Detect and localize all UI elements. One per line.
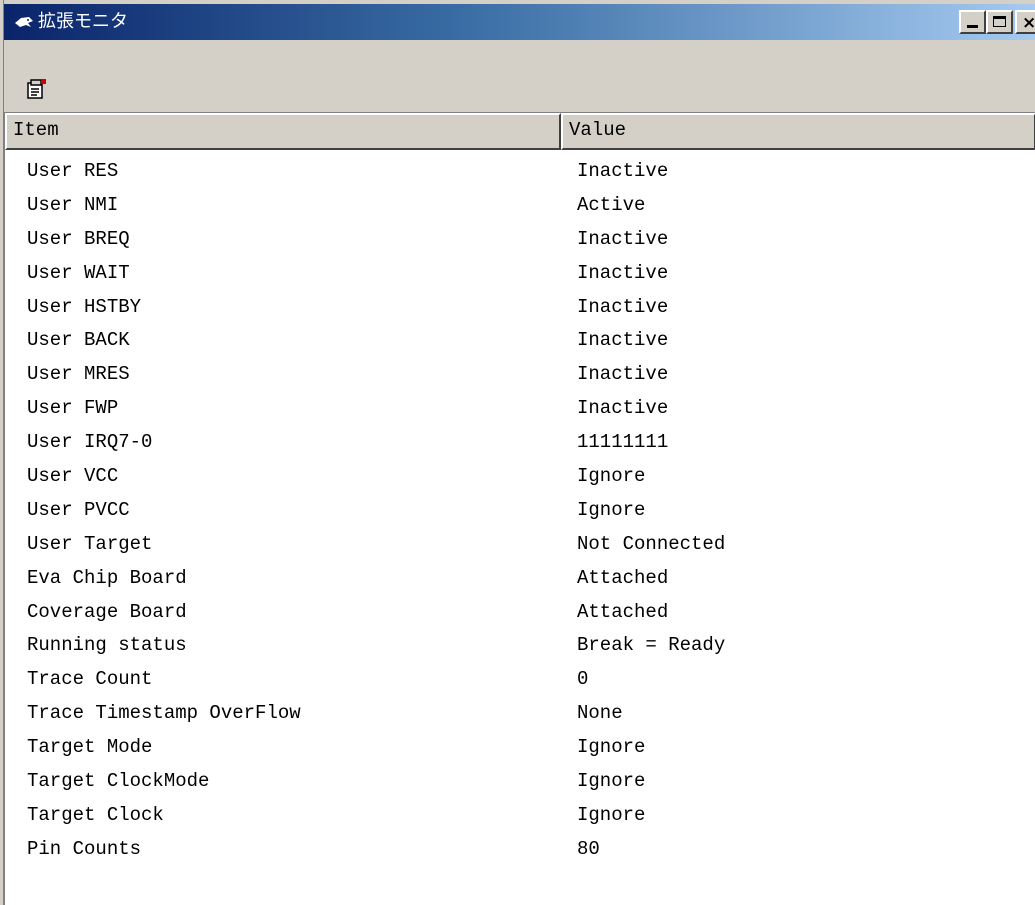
list-item[interactable]: User MRES Inactive [5, 357, 1035, 391]
maximize-icon [993, 16, 1006, 27]
list-header: Item Value [5, 113, 1035, 150]
item-name: User IRQ7-0 [27, 431, 153, 454]
item-value: 11111111 [577, 431, 669, 454]
item-name: Eva Chip Board [27, 566, 187, 589]
item-name: Coverage Board [27, 600, 187, 623]
window-title: 拡張モニタ [38, 11, 128, 32]
item-value: Ignore [577, 465, 646, 488]
list-item[interactable]: Coverage Board Attached [5, 595, 1035, 629]
item-name: User VCC [27, 465, 119, 488]
toolbar [4, 40, 1035, 112]
item-value: None [577, 702, 623, 725]
item-name: User WAIT [27, 261, 130, 284]
item-value: Ignore [577, 498, 646, 521]
item-value: Ignore [577, 770, 646, 793]
item-value: Inactive [577, 261, 669, 284]
item-name: User HSTBY [27, 295, 142, 318]
column-header-item[interactable]: Item [5, 113, 561, 150]
item-name: Pin Counts [27, 837, 142, 860]
item-name: User RES [27, 160, 119, 182]
list-item[interactable]: User IRQ7-0 11111111 [5, 425, 1035, 459]
item-name: User NMI [27, 193, 119, 216]
list-item[interactable]: Eva Chip Board Attached [5, 561, 1035, 595]
maximize-button[interactable] [986, 10, 1013, 34]
list-item[interactable]: Target ClockMode Ignore [5, 764, 1035, 798]
item-name: Target ClockMode [27, 770, 210, 793]
list-item[interactable]: Target Mode Ignore [5, 730, 1035, 764]
item-value: Ignore [577, 736, 646, 759]
list-item[interactable]: User WAIT Inactive [5, 256, 1035, 290]
item-value: Inactive [577, 397, 669, 420]
item-value: Inactive [577, 329, 669, 352]
list-item[interactable]: User VCC Ignore [5, 459, 1035, 493]
app-icon [15, 17, 33, 27]
column-header-value[interactable]: Value [561, 113, 1035, 150]
extended-monitor-window: 拡張モニタ × Item Value User RES Inactive User … [0, 0, 1035, 905]
item-name: User BACK [27, 329, 130, 352]
item-value: Inactive [577, 227, 669, 250]
item-value: Inactive [577, 295, 669, 318]
item-name: Running status [27, 634, 187, 657]
item-value: Not Connected [577, 532, 726, 555]
item-value: Attached [577, 600, 669, 623]
list-item[interactable]: User FWP Inactive [5, 391, 1035, 425]
properties-icon[interactable] [26, 78, 48, 100]
item-name: User MRES [27, 363, 130, 386]
list-item[interactable]: User Target Not Connected [5, 527, 1035, 561]
list-item[interactable]: User HSTBY Inactive [5, 290, 1035, 324]
item-name: User BREQ [27, 227, 130, 250]
close-icon: × [1022, 13, 1035, 33]
item-value: Ignore [577, 803, 646, 826]
list-item[interactable]: User RES Inactive [5, 154, 1035, 188]
item-name: Target Clock [27, 803, 164, 826]
item-name: User FWP [27, 397, 119, 420]
item-value: Inactive [577, 363, 669, 386]
minimize-icon [967, 25, 978, 28]
item-name: Trace Timestamp OverFlow [27, 702, 301, 725]
item-value: 80 [577, 837, 600, 860]
monitor-list[interactable]: Item Value User RES Inactive User NMI Activ… [4, 112, 1035, 905]
list-item[interactable]: Pin Counts 80 [5, 832, 1035, 866]
list-item[interactable]: Trace Timestamp OverFlow None [5, 696, 1035, 730]
list-item[interactable]: Running status Break = Ready [5, 628, 1035, 662]
item-name: User Target [27, 532, 153, 555]
item-name: User PVCC [27, 498, 130, 521]
list-item[interactable]: User PVCC Ignore [5, 493, 1035, 527]
item-value: Active [577, 193, 646, 216]
item-value: Inactive [577, 160, 669, 182]
close-button[interactable]: × [1015, 10, 1035, 34]
item-value: 0 [577, 668, 589, 691]
item-value: Attached [577, 566, 669, 589]
list-item[interactable]: User BACK Inactive [5, 323, 1035, 357]
item-name: Target Mode [27, 736, 153, 759]
list-item[interactable]: Target Clock Ignore [5, 798, 1035, 832]
minimize-button[interactable] [959, 10, 986, 34]
list-item[interactable]: User BREQ Inactive [5, 222, 1035, 256]
title-bar[interactable]: 拡張モニタ × [4, 4, 1035, 40]
list-rows: User RES Inactive User NMI Active User BREQ I… [5, 154, 1035, 866]
item-name: Trace Count [27, 668, 153, 691]
list-item[interactable]: User NMI Active [5, 188, 1035, 222]
list-item[interactable]: Trace Count 0 [5, 662, 1035, 696]
item-value: Break = Ready [577, 634, 726, 657]
